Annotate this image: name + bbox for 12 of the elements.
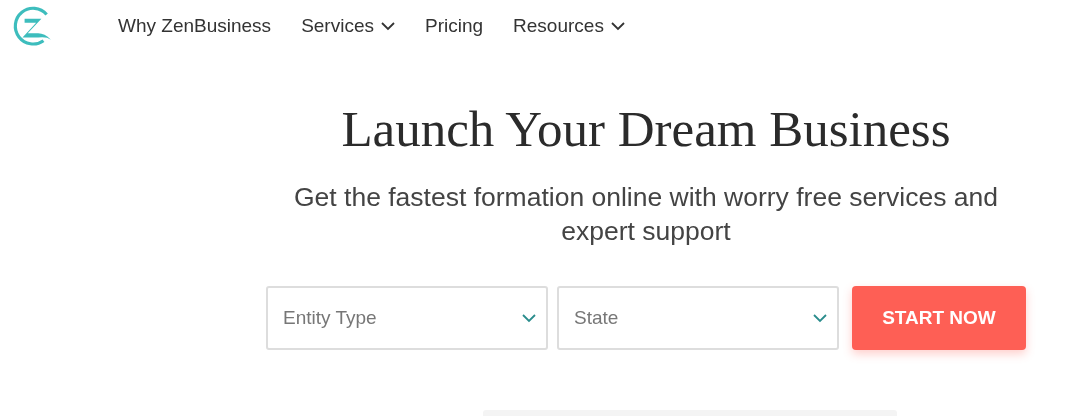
- nav-link[interactable]: Why ZenBusiness: [118, 15, 272, 37]
- chevron-down-icon: [813, 313, 827, 323]
- select-field[interactable]: Entity Type: [266, 286, 548, 350]
- nav-menu[interactable]: Services: [301, 15, 395, 37]
- nav-link[interactable]: Pricing: [425, 15, 484, 37]
- chevron-down-icon: [610, 21, 625, 31]
- chevron-down-icon: [381, 21, 395, 31]
- select-field[interactable]: State: [557, 286, 839, 350]
- chevron-down-icon: [522, 313, 536, 323]
- hero-title: Launch Your Dream Business: [341, 100, 951, 158]
- hero-subtitle: Get the fastest formation online with worry free services and expert support: [292, 181, 999, 248]
- nav-menu[interactable]: Resources: [513, 15, 625, 37]
